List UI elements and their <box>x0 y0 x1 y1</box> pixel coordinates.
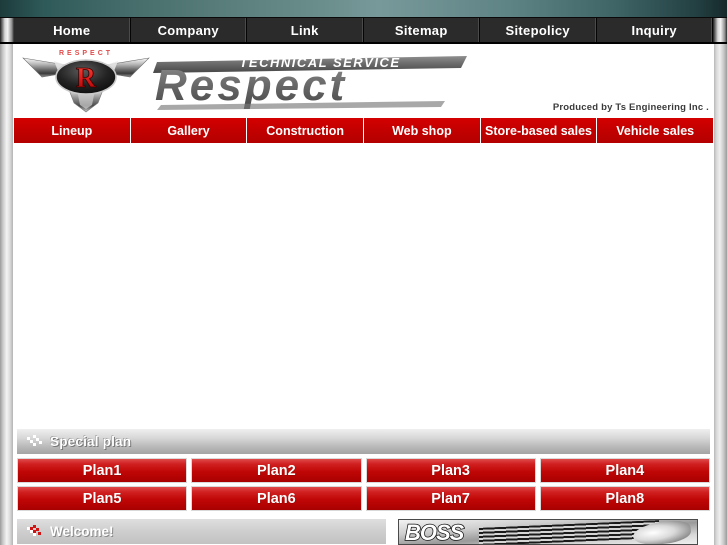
welcome-column: Welcome! <box>13 514 386 545</box>
plan-label: Plan2 <box>257 462 296 479</box>
plan-button-4[interactable]: Plan4 <box>539 458 710 483</box>
nav-left-grip <box>0 18 14 42</box>
plan-label: Plan8 <box>605 490 645 507</box>
produced-by-credit: Produced by Ts Engineering Inc . <box>552 102 709 113</box>
red-nav-label: Vehicle sales <box>616 123 695 138</box>
special-plan-section: Special plan Plan1 Plan2 Plan3 Plan4 Pla… <box>13 429 714 511</box>
top-nav-label: Home <box>53 22 91 38</box>
plan-button-1[interactable]: Plan1 <box>17 458 188 483</box>
boss-banner-text: BOSS <box>404 520 465 545</box>
hero-content-area <box>13 145 714 429</box>
special-plan-grid: Plan1 Plan2 Plan3 Plan4 Plan5 Plan6 Plan… <box>17 458 710 511</box>
wordmark-text: Respect <box>155 61 347 110</box>
checkered-flag-icon <box>27 435 42 446</box>
plan-label: Plan4 <box>605 462 645 479</box>
plan-button-3[interactable]: Plan3 <box>365 458 536 483</box>
red-nav-item-lineup[interactable]: Lineup <box>13 118 131 143</box>
special-plan-header: Special plan <box>17 429 710 454</box>
plan-button-5[interactable]: Plan5 <box>17 486 188 511</box>
plan-button-2[interactable]: Plan2 <box>191 458 362 483</box>
emblem-letter: R <box>76 63 97 94</box>
top-decor-strip <box>0 0 727 17</box>
respect-wordmark: TECHNICAL SERVICE Respect <box>153 55 467 110</box>
plan-button-8[interactable]: Plan8 <box>539 486 710 511</box>
page-content: R RESPECT TECHNICAL SERVICE Respect Prod… <box>13 44 715 545</box>
red-nav-label: Gallery <box>167 123 210 138</box>
red-nav-label: Construction <box>266 123 345 138</box>
red-nav-label: Store-based sales <box>485 123 593 138</box>
global-top-navigation: Home Company Link Sitemap Sitepolicy Inq… <box>0 17 727 44</box>
plan-label: Plan1 <box>82 462 122 479</box>
boss-promo-banner[interactable]: BOSS <box>398 519 698 545</box>
page-frame: R RESPECT TECHNICAL SERVICE Respect Prod… <box>0 44 727 545</box>
primary-red-navigation: Lineup Gallery Construction Web shop Sto… <box>13 118 715 145</box>
page-right-border <box>714 44 727 545</box>
top-nav-item-sitepolicy[interactable]: Sitepolicy <box>480 18 597 42</box>
welcome-header: Welcome! <box>17 519 386 544</box>
red-nav-item-vehicle-sales[interactable]: Vehicle sales <box>597 118 715 143</box>
plan-label: Plan5 <box>82 490 122 507</box>
top-nav-label: Company <box>157 22 219 38</box>
top-nav-label: Sitepolicy <box>505 22 570 38</box>
top-nav-item-inquiry[interactable]: Inquiry <box>596 18 713 42</box>
top-nav-label: Sitemap <box>394 22 448 38</box>
red-nav-label: Lineup <box>51 123 93 138</box>
red-nav-label: Web shop <box>392 123 452 138</box>
top-nav-label: Link <box>290 22 319 38</box>
red-nav-item-gallery[interactable]: Gallery <box>130 118 248 143</box>
special-plan-title: Special plan <box>50 434 132 449</box>
plan-label: Plan6 <box>257 490 296 507</box>
site-header-logo-band: R RESPECT TECHNICAL SERVICE Respect Prod… <box>13 44 714 116</box>
top-nav-item-company[interactable]: Company <box>130 18 247 42</box>
respect-emblem-logo[interactable]: R RESPECT <box>20 46 152 114</box>
top-nav-item-sitemap[interactable]: Sitemap <box>363 18 480 42</box>
top-nav-label: Inquiry <box>631 22 677 38</box>
bottom-row: Welcome! BOSS <box>13 514 714 545</box>
plan-label: Plan7 <box>431 490 470 507</box>
nav-right-grip <box>713 18 727 42</box>
plan-label: Plan3 <box>431 462 470 479</box>
emblem-wordmark-small: RESPECT <box>59 50 113 57</box>
plan-button-6[interactable]: Plan6 <box>191 486 362 511</box>
red-nav-item-construction[interactable]: Construction <box>247 118 365 143</box>
page-left-border <box>0 44 13 545</box>
top-nav-item-home[interactable]: Home <box>14 18 131 42</box>
red-nav-item-web-shop[interactable]: Web shop <box>364 118 481 143</box>
welcome-title: Welcome! <box>50 524 114 539</box>
checkered-flag-icon-red <box>27 525 41 536</box>
plan-button-7[interactable]: Plan7 <box>365 486 536 511</box>
car-grille <box>479 520 659 544</box>
top-nav-item-link[interactable]: Link <box>247 18 364 42</box>
red-nav-item-store-based-sales[interactable]: Store-based sales <box>480 118 598 143</box>
